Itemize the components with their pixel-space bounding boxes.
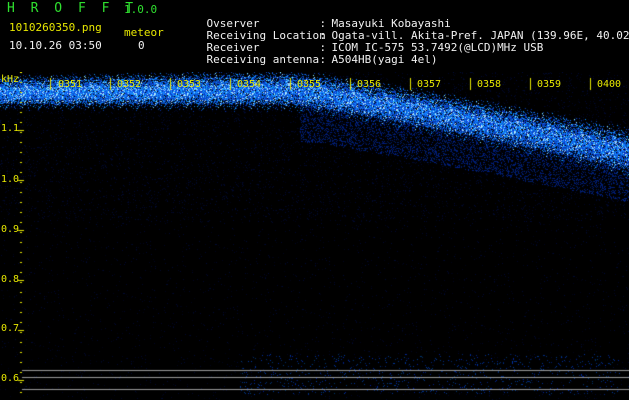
info-separator: : bbox=[319, 53, 327, 66]
time-tick-label: 0359 bbox=[537, 79, 562, 90]
info-label: Receiving antenna bbox=[206, 53, 320, 66]
spectrogram-canvas bbox=[0, 72, 629, 400]
y-tick-label: 1.1 bbox=[1, 123, 20, 134]
time-tick-label: 0354 bbox=[237, 79, 262, 90]
time-tick-label: 0358 bbox=[477, 79, 502, 90]
time-tick-label: 0357 bbox=[417, 79, 442, 90]
meteor-count: 0 bbox=[138, 39, 145, 52]
header-panel: H R O F F T 1.0.0 1010260350.png meteor … bbox=[0, 0, 629, 72]
time-tick-label: 0400 bbox=[597, 79, 622, 90]
time-tick-label: 0355 bbox=[297, 79, 322, 90]
time-tick-label: 0351 bbox=[58, 79, 83, 90]
file-datetime: 10.10.26 03:50 bbox=[9, 39, 102, 52]
app-title: H R O F F T bbox=[7, 1, 138, 16]
time-tick-label: 0353 bbox=[177, 79, 202, 90]
y-tick-label: 0.6 bbox=[1, 373, 20, 384]
meteor-label: meteor bbox=[124, 26, 164, 39]
info-value: A504HB(yagi 4el) bbox=[331, 53, 438, 66]
y-tick-label: 0.9 bbox=[1, 224, 20, 235]
time-tick-label: 0356 bbox=[357, 79, 382, 90]
y-tick-label: 0.7 bbox=[1, 323, 20, 334]
y-tick-label: 1.0 bbox=[1, 174, 20, 185]
time-tick-label: 0352 bbox=[117, 79, 142, 90]
app-version: 1.0.0 bbox=[124, 3, 158, 16]
y-axis-unit: kHz bbox=[1, 74, 20, 85]
file-name: 1010260350.png bbox=[9, 21, 102, 34]
y-tick-label: 0.8 bbox=[1, 274, 20, 285]
